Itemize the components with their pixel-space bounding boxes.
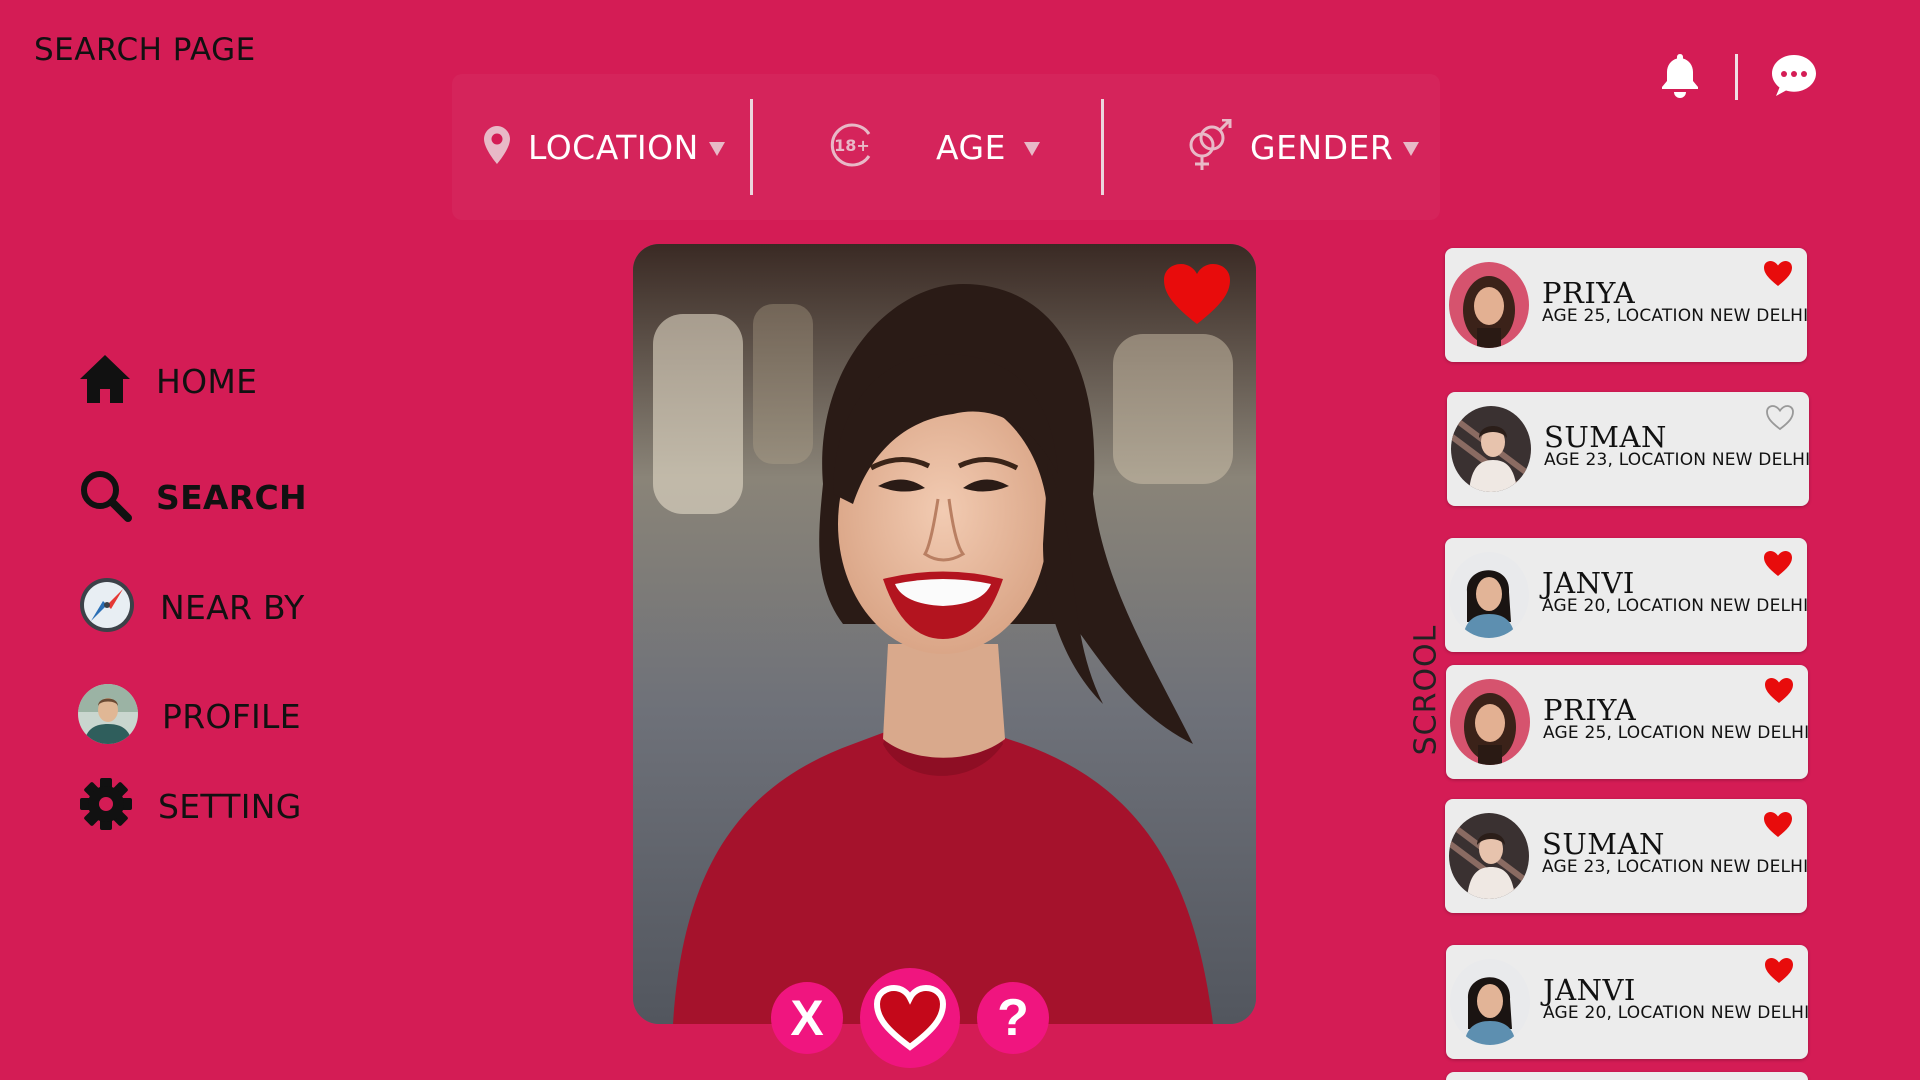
profile-photo-card[interactable] <box>633 244 1256 1024</box>
scroll-label: SCROOL <box>1408 624 1444 756</box>
avatar <box>1450 679 1530 765</box>
age-filter-label: AGE <box>936 127 1006 167</box>
divider <box>750 99 753 195</box>
profile-detail: AGE 23, LOCATION NEW DELHI <box>1544 450 1811 470</box>
heart-filled-icon[interactable] <box>1764 957 1794 988</box>
profile-card[interactable]: JANVI AGE 20, LOCATION NEW DELHI <box>1446 945 1810 1059</box>
profile-detail: AGE 25, LOCATION NEW DELHI <box>1542 306 1809 326</box>
avatar <box>1449 813 1529 899</box>
sidebar-item-search[interactable]: SEARCH <box>78 468 307 526</box>
chat-icon[interactable] <box>1770 53 1818 101</box>
profile-name: PRIYA <box>1543 693 1637 727</box>
chevron-down-icon <box>1023 142 1040 156</box>
age-filter[interactable]: 18+ AGE <box>830 74 1040 220</box>
profile-photo <box>633 244 1256 1024</box>
top-actions <box>1661 52 1818 102</box>
sidebar-item-label: SETTING <box>158 786 302 826</box>
gender-icon <box>1184 118 1234 175</box>
chevron-down-icon <box>1403 142 1420 156</box>
unsure-button[interactable]: ? <box>977 982 1049 1054</box>
age-18-plus-icon: 18+ <box>830 122 876 172</box>
heart-filled-icon[interactable] <box>1764 677 1794 708</box>
profile-name: JANVI <box>1542 566 1635 600</box>
filter-bar: LOCATION 18+ AGE GENDER <box>452 74 1440 220</box>
search-icon <box>78 468 132 526</box>
profile-card-partial[interactable] <box>1446 1072 1808 1080</box>
sidebar-item-label: HOME <box>156 361 258 401</box>
location-filter[interactable]: LOCATION <box>484 74 725 220</box>
reject-button[interactable]: X <box>771 982 843 1054</box>
location-filter-label: LOCATION <box>528 127 699 167</box>
sidebar-item-nearby[interactable]: NEAR BY <box>78 576 305 638</box>
profile-card[interactable]: SUMAN AGE 23, LOCATION NEW DELHI <box>1447 392 1811 506</box>
bell-icon[interactable] <box>1661 52 1699 102</box>
sidebar-item-label: PROFILE <box>162 696 301 736</box>
sidebar-item-label: SEARCH <box>156 477 307 517</box>
profile-card[interactable]: SUMAN AGE 23, LOCATION NEW DELHI <box>1445 799 1809 913</box>
heart-outline-icon[interactable] <box>1765 404 1795 435</box>
profile-card[interactable]: PRIYA AGE 25, LOCATION NEW DELHI <box>1446 665 1810 779</box>
sidebar-item-label: NEAR BY <box>160 587 305 627</box>
heart-filled-icon[interactable] <box>1763 550 1793 581</box>
profile-name: PRIYA <box>1542 276 1636 310</box>
page-title: SEARCH PAGE <box>34 32 256 68</box>
profile-card[interactable]: PRIYA AGE 25, LOCATION NEW DELHI <box>1445 248 1809 362</box>
divider <box>1735 54 1738 100</box>
avatar <box>1449 262 1529 348</box>
profile-detail: AGE 20, LOCATION NEW DELHI <box>1543 1003 1810 1023</box>
divider <box>1101 99 1104 195</box>
home-icon <box>78 352 132 410</box>
profile-detail: AGE 23, LOCATION NEW DELHI <box>1542 857 1809 877</box>
profile-name: JANVI <box>1543 973 1636 1007</box>
avatar <box>1451 406 1531 492</box>
favorite-heart-icon[interactable] <box>1162 262 1232 330</box>
avatar <box>78 684 138 748</box>
sidebar-item-setting[interactable]: SETTING <box>78 776 302 836</box>
avatar <box>1450 959 1530 1045</box>
like-button[interactable] <box>860 968 960 1068</box>
compass-icon <box>78 576 136 638</box>
svg-text:18+: 18+ <box>834 136 870 155</box>
heart-filled-icon[interactable] <box>1763 260 1793 291</box>
avatar <box>1449 552 1529 638</box>
heart-icon <box>873 985 947 1051</box>
profile-detail: AGE 25, LOCATION NEW DELHI <box>1543 723 1810 743</box>
location-pin-icon <box>484 126 510 168</box>
heart-filled-icon[interactable] <box>1763 811 1793 842</box>
profile-card[interactable]: JANVI AGE 20, LOCATION NEW DELHI <box>1445 538 1809 652</box>
profile-detail: AGE 20, LOCATION NEW DELHI <box>1542 596 1809 616</box>
gear-icon <box>78 776 134 836</box>
profile-name: SUMAN <box>1542 827 1665 861</box>
gender-filter[interactable]: GENDER <box>1184 74 1420 220</box>
profile-name: SUMAN <box>1544 420 1667 454</box>
gender-filter-label: GENDER <box>1250 127 1394 167</box>
chevron-down-icon <box>708 142 725 156</box>
sidebar-item-home[interactable]: HOME <box>78 352 257 410</box>
sidebar-item-profile[interactable]: PROFILE <box>78 684 301 748</box>
